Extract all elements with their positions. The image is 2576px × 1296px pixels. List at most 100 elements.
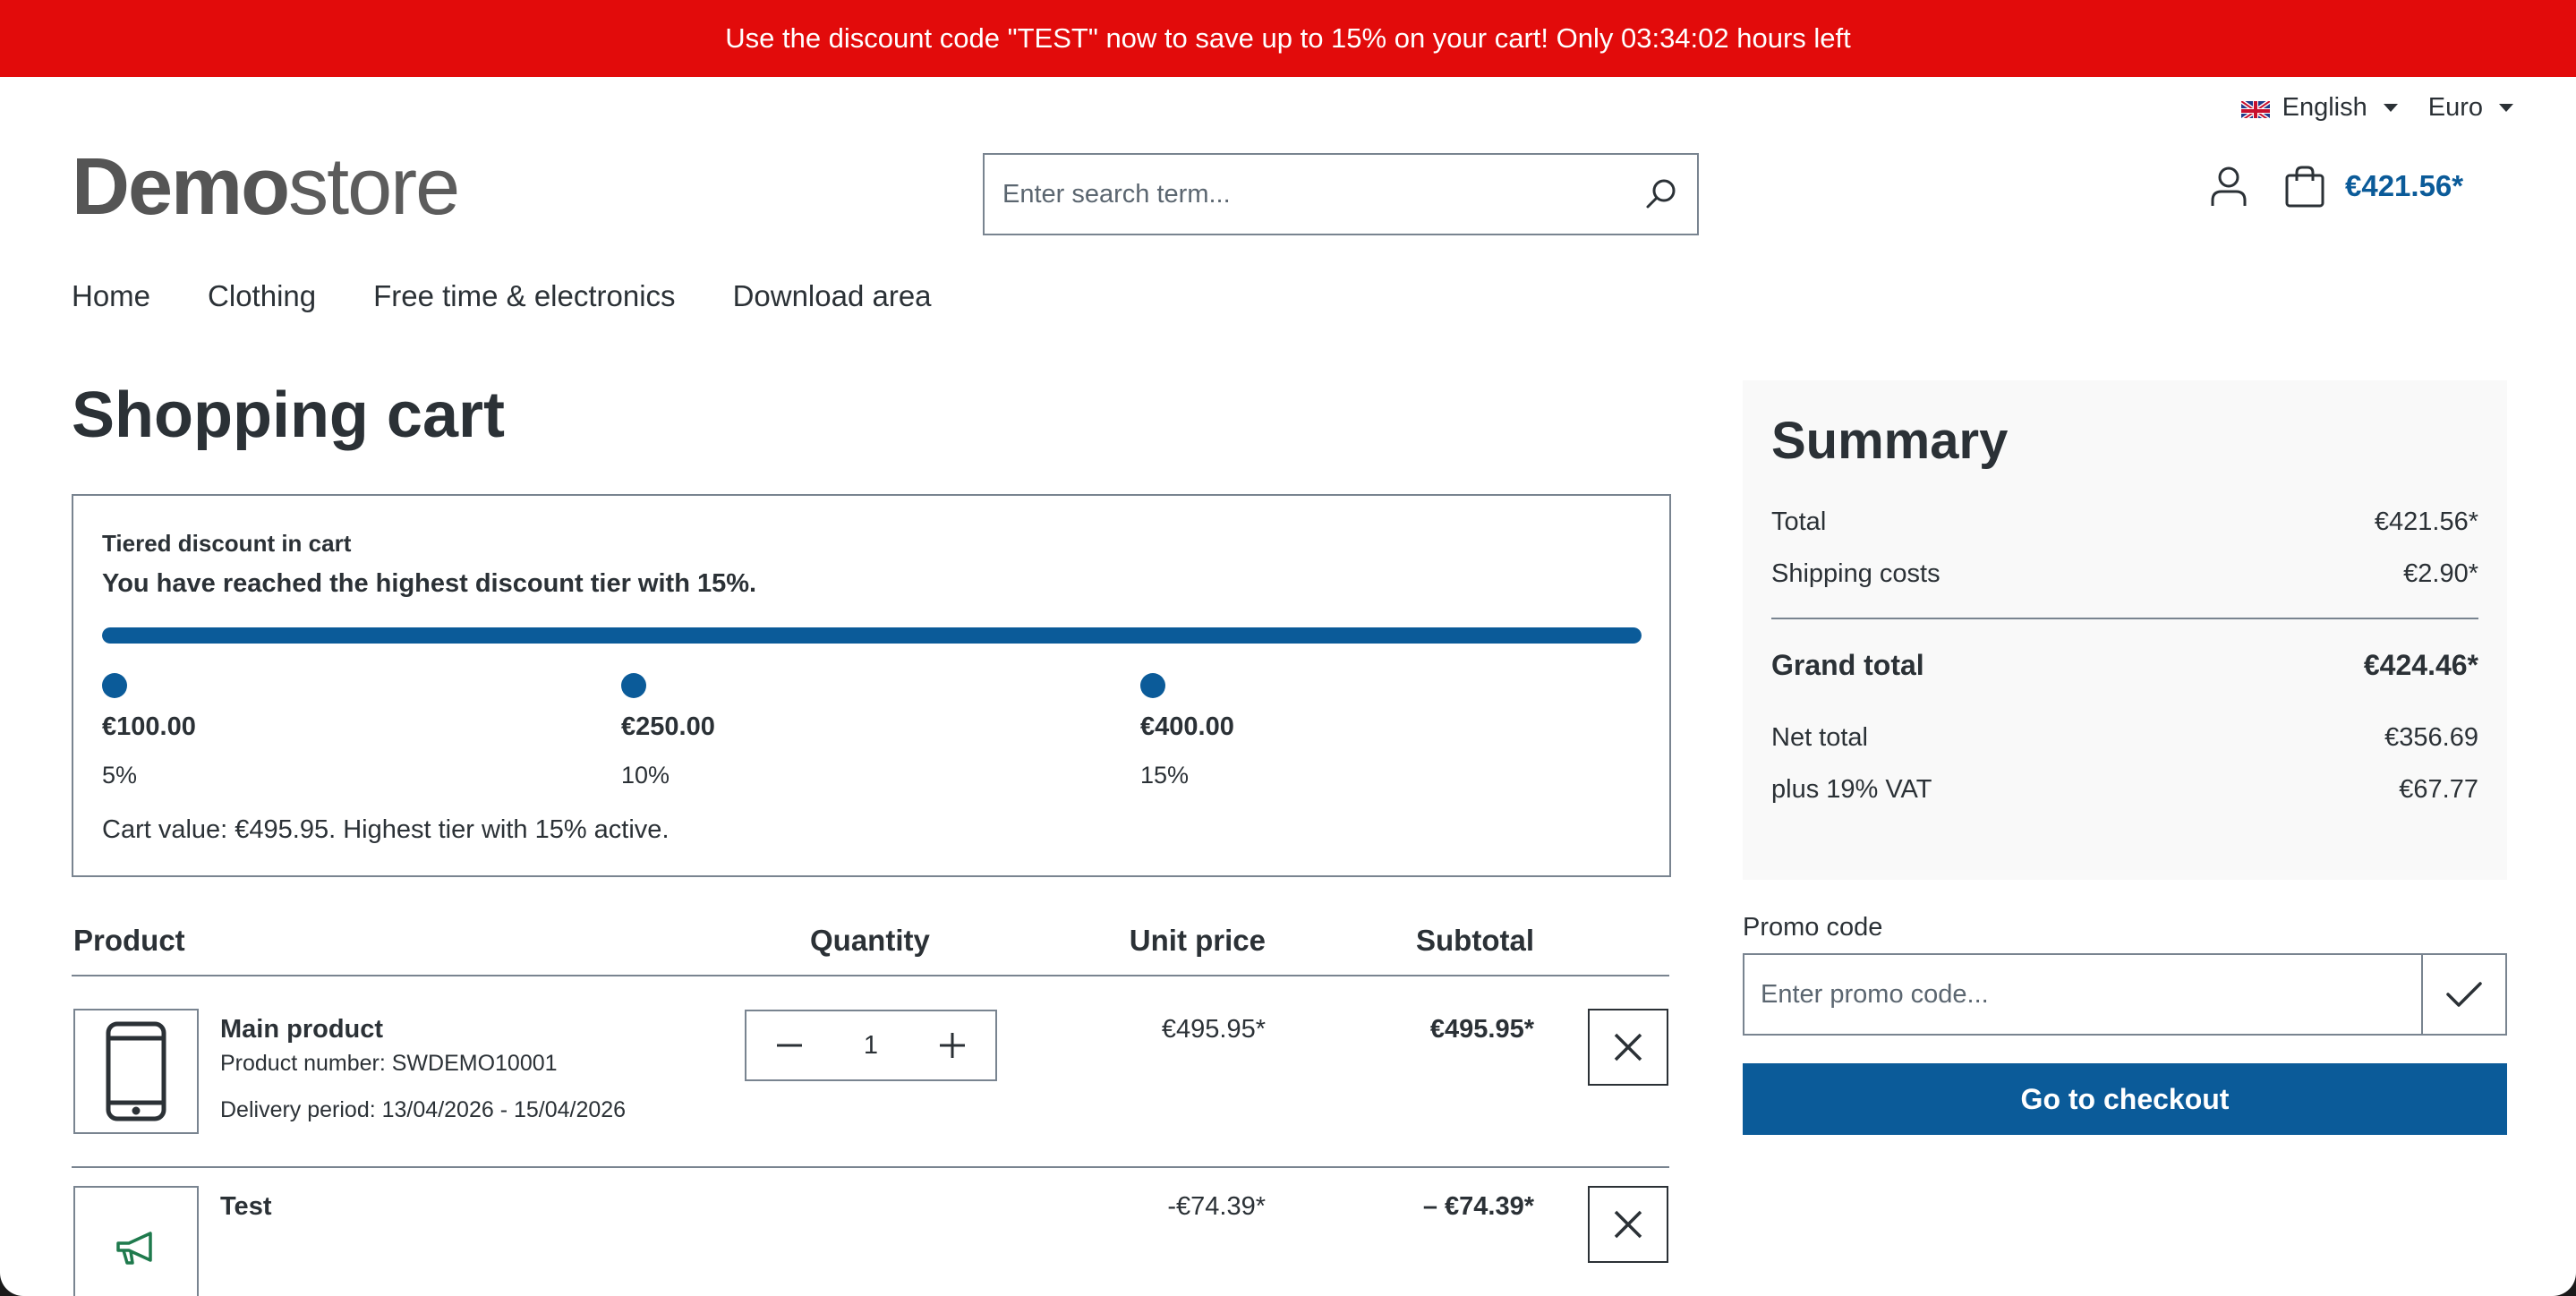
column-header-subtotal: Subtotal [1416,924,1534,957]
search-icon [1646,179,1676,209]
tier-threshold: €250.00 [621,712,715,741]
close-icon [1614,1033,1642,1062]
unit-price: -€74.39* [1167,1192,1266,1221]
summary-grand-total-row: Grand total €424.46* [1771,649,2478,682]
account-button[interactable] [2204,161,2254,211]
summary-net-total-value: €356.69 [2384,723,2478,752]
search-bar [983,153,1699,235]
tier-percent: 5% [102,762,138,789]
logo-bold-text: Demo [72,142,290,232]
column-header-unit-price: Unit price [1129,924,1266,957]
user-icon [2211,166,2247,206]
checkmark-icon [2446,982,2482,1007]
shopping-bag-icon [2285,166,2324,208]
quantity-value[interactable]: 1 [864,1031,878,1061]
order-summary: Summary Total €421.56* Shipping costs €2… [1743,380,2507,880]
smartphone-icon [106,1021,166,1121]
logo-light-text: store [288,142,460,232]
summary-grand-total-value: €424.46* [2363,649,2478,681]
remove-promotion-button[interactable] [1588,1186,1668,1263]
tier-dot [621,673,646,698]
store-logo[interactable]: Demo store [72,141,460,234]
remove-item-button[interactable] [1588,1009,1668,1086]
chevron-down-icon [2383,104,2398,112]
tier-discount-message: You have reached the highest discount ti… [102,569,757,598]
nav-item-home[interactable]: Home [72,279,150,313]
plus-icon [939,1033,965,1058]
summary-total-row: Total €421.56* [1771,507,2478,537]
product-name[interactable]: Main product [220,1015,383,1044]
product-number: Product number: SWDEMO10001 [220,1051,558,1076]
summary-vat-label: plus 19% VAT [1771,775,1932,804]
tier-dot [102,673,127,698]
summary-shipping-row: Shipping costs €2.90* [1771,559,2478,589]
promo-code-form [1743,953,2507,1036]
tier-cart-value-note: Cart value: €495.95. Highest tier with 1… [102,815,670,844]
column-header-product: Product [73,924,185,957]
summary-divider [1771,618,2478,619]
cart-button[interactable]: €421.56* [2284,165,2463,208]
apply-promo-button[interactable] [2421,955,2505,1034]
go-to-checkout-button[interactable]: Go to checkout [1743,1063,2507,1135]
locale-switcher: English Euro [2240,93,2513,123]
header-actions: €421.56* [2204,161,2463,211]
summary-shipping-label: Shipping costs [1771,559,1941,588]
search-button[interactable] [1625,155,1697,234]
unit-price: €495.95* [1161,1015,1266,1044]
summary-net-total-row: Net total €356.69 [1771,723,2478,753]
page-title: Shopping cart [72,379,505,451]
line-subtotal: €495.95* [1429,1015,1534,1044]
tier-step-1: €100.00 5% [102,673,196,789]
tier-progress-fill [102,627,1642,644]
tier-step-3: €400.00 15% [1140,673,1234,789]
summary-grand-total-label: Grand total [1771,649,1924,681]
currency-selector[interactable]: Euro [2428,93,2513,123]
summary-shipping-value: €2.90* [2403,559,2478,588]
nav-item-clothing[interactable]: Clothing [208,279,316,313]
header-cart-total: €421.56* [2345,169,2464,202]
language-selector[interactable]: English [2240,93,2398,123]
nav-item-free-time-electronics[interactable]: Free time & electronics [373,279,675,313]
search-input[interactable] [985,155,1625,234]
tier-threshold: €400.00 [1140,712,1234,741]
promotion-name: Test [220,1192,272,1221]
chevron-down-icon [2499,104,2513,112]
promo-banner-text: Use the discount code "TEST" now to save… [725,22,1851,54]
promotion-thumbnail [73,1186,199,1296]
tier-threshold: €100.00 [102,712,196,741]
uk-flag-icon [2240,98,2270,118]
increase-quantity-button[interactable] [934,1027,970,1063]
main-navigation: Home Clothing Free time & electronics Do… [72,279,932,313]
summary-title: Summary [1771,412,2009,470]
tier-discount-label: Tiered discount in cart [102,530,352,557]
table-header-divider [72,975,1669,976]
product-thumbnail[interactable] [73,1009,199,1134]
language-label: English [2282,93,2367,122]
summary-net-total-label: Net total [1771,723,1868,752]
megaphone-icon [116,1232,152,1265]
delivery-period: Delivery period: 13/04/2026 - 15/04/2026 [220,1097,627,1122]
close-icon [1614,1210,1642,1239]
decrease-quantity-button[interactable] [772,1027,807,1063]
line-subtotal: – €74.39* [1422,1192,1534,1221]
promo-code-input[interactable] [1744,955,2421,1034]
table-row-divider [72,1166,1669,1168]
tier-step-2: €250.00 10% [621,673,715,789]
tier-dot [1140,673,1165,698]
tier-percent: 15% [1140,762,1190,789]
browser-window: Use the discount code "TEST" now to save… [0,0,2576,1296]
tier-progress-bar [102,627,1642,644]
nav-item-download-area[interactable]: Download area [733,279,932,313]
minus-icon [777,1044,802,1047]
promo-code-label: Promo code [1743,913,1883,942]
summary-vat-value: €67.77 [2399,775,2478,804]
summary-vat-row: plus 19% VAT €67.77 [1771,775,2478,805]
quantity-stepper: 1 [745,1010,997,1081]
currency-label: Euro [2427,93,2483,122]
summary-total-label: Total [1771,507,1827,536]
tier-percent: 10% [621,762,670,789]
promo-banner: Use the discount code "TEST" now to save… [0,0,2576,77]
tiered-discount-panel: Tiered discount in cart You have reached… [72,494,1671,877]
summary-total-value: €421.56* [2374,507,2478,536]
column-header-quantity: Quantity [810,924,930,957]
